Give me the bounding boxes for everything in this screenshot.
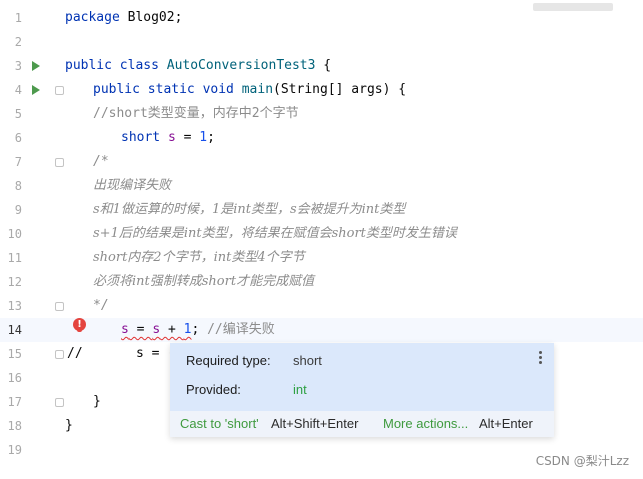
more-vertical-icon[interactable] bbox=[538, 351, 542, 366]
fold-marker-icon[interactable] bbox=[55, 302, 64, 311]
quick-fix-bar: Cast to 'short' Alt+Shift+Enter More act… bbox=[170, 411, 554, 437]
code-line: 4 public static void main(String[] args)… bbox=[0, 78, 643, 102]
line-number: 3 bbox=[14, 59, 22, 73]
code-comment: //short类型变量，内存中2个字节 bbox=[93, 106, 299, 121]
provided-type-row: Provided: int bbox=[186, 378, 307, 402]
code-keyword: public static void bbox=[93, 82, 234, 97]
line-number: 19 bbox=[7, 443, 22, 457]
code-text: } bbox=[93, 394, 101, 409]
line-number: 11 bbox=[7, 251, 22, 265]
cast-to-short-link[interactable]: Cast to 'short' bbox=[180, 411, 259, 437]
variable-name: s bbox=[152, 322, 161, 337]
line-number: 12 bbox=[7, 275, 22, 289]
line-number: 4 bbox=[14, 83, 22, 97]
code-line: 10 s+1后的结果是int类型，将结果在赋值会short类型时发生错误 bbox=[0, 222, 643, 246]
run-arrow-icon[interactable] bbox=[32, 61, 40, 71]
code-line: 9 s和1做运算的时候，1是int类型，s会被提升为int类型 bbox=[0, 198, 643, 222]
required-type-value: short bbox=[293, 353, 322, 368]
line-number: 18 bbox=[7, 419, 22, 433]
line-number: 6 bbox=[14, 131, 22, 145]
variable-name: s bbox=[121, 322, 129, 337]
fold-marker-icon[interactable] bbox=[55, 86, 64, 95]
cast-shortcut: Alt+Shift+Enter bbox=[271, 416, 359, 431]
line-number: 17 bbox=[7, 395, 22, 409]
code-text: = bbox=[128, 322, 153, 337]
code-line: 1 package Blog02; bbox=[0, 6, 643, 30]
number-literal: 1 bbox=[199, 130, 208, 145]
line-number: 14 bbox=[7, 323, 22, 337]
more-actions-link[interactable]: More actions... bbox=[383, 411, 468, 437]
run-arrow-icon[interactable] bbox=[32, 85, 40, 95]
watermark: CSDN @梨汁Lzz bbox=[535, 454, 629, 468]
code-comment: //编译失败 bbox=[207, 322, 275, 337]
provided-type-value: int bbox=[293, 382, 307, 397]
line-number: 2 bbox=[14, 35, 22, 49]
code-text: ; bbox=[207, 130, 215, 145]
line-number: 1 bbox=[14, 11, 22, 25]
required-type-label: Required type: bbox=[186, 353, 271, 368]
code-comment: /* bbox=[93, 154, 109, 169]
code-text: (String[] args) { bbox=[273, 82, 407, 97]
line-number: 15 bbox=[7, 347, 22, 361]
code-text: = bbox=[175, 130, 200, 145]
code-line: 3 public class AutoConversionTest3 { bbox=[0, 54, 643, 78]
code-line: 7 /* bbox=[0, 150, 643, 174]
code-comment: */ bbox=[93, 298, 109, 313]
code-comment: 出现编译失败 bbox=[93, 178, 172, 193]
line-number: 5 bbox=[14, 107, 22, 121]
code-line: 5 //short类型变量，内存中2个字节 bbox=[0, 102, 643, 126]
code-text: // bbox=[67, 346, 83, 361]
line-number: 7 bbox=[14, 155, 22, 169]
required-type-row: Required type: short bbox=[186, 349, 322, 373]
code-line: 13 */ bbox=[0, 294, 643, 318]
code-line: 8 出现编译失败 bbox=[0, 174, 643, 198]
code-line: 6 short s = 1; bbox=[0, 126, 643, 150]
fold-marker-icon[interactable] bbox=[55, 158, 64, 167]
code-keyword: package bbox=[65, 10, 120, 25]
error-tooltip-popup: Required type: short Provided: int Cast to… bbox=[170, 343, 554, 437]
fold-marker-icon[interactable] bbox=[55, 398, 64, 407]
code-keyword: short bbox=[121, 130, 161, 145]
class-name: AutoConversionTest3 bbox=[166, 58, 316, 73]
code-text: { bbox=[315, 58, 332, 73]
error-bulb-icon[interactable]: ! bbox=[73, 318, 86, 332]
fold-marker-icon[interactable] bbox=[55, 350, 64, 359]
error-info-panel: Required type: short Provided: int bbox=[170, 343, 554, 411]
code-text: ; bbox=[191, 322, 208, 337]
method-name: main bbox=[241, 82, 274, 97]
line-number: 16 bbox=[7, 371, 22, 385]
code-comment: s和1做运算的时候，1是int类型，s会被提升为int类型 bbox=[93, 202, 406, 217]
line-number: 9 bbox=[14, 203, 22, 217]
code-text: } bbox=[65, 418, 73, 433]
code-comment: s+1后的结果是int类型，将结果在赋值会short类型时发生错误 bbox=[93, 226, 457, 241]
code-line: 11 short内存2个字节，int类型4个字节 bbox=[0, 246, 643, 270]
code-comment: 必须将int强制转成short才能完成赋值 bbox=[93, 274, 315, 289]
code-line: 12 必须将int强制转成short才能完成赋值 bbox=[0, 270, 643, 294]
provided-type-label: Provided: bbox=[186, 382, 241, 397]
code-line: 2 bbox=[0, 30, 643, 54]
code-keyword: public class bbox=[65, 58, 159, 73]
more-actions-shortcut: Alt+Enter bbox=[479, 416, 533, 431]
line-number: 10 bbox=[7, 227, 22, 241]
code-text: Blog02; bbox=[119, 10, 183, 25]
code-text: + bbox=[160, 322, 184, 337]
variable-name: s bbox=[167, 130, 176, 145]
line-number: 13 bbox=[7, 299, 22, 313]
line-number: 8 bbox=[14, 179, 22, 193]
code-line-current: 14 s = s + 1; //编译失败 bbox=[0, 318, 643, 342]
code-comment: short内存2个字节，int类型4个字节 bbox=[93, 250, 305, 265]
